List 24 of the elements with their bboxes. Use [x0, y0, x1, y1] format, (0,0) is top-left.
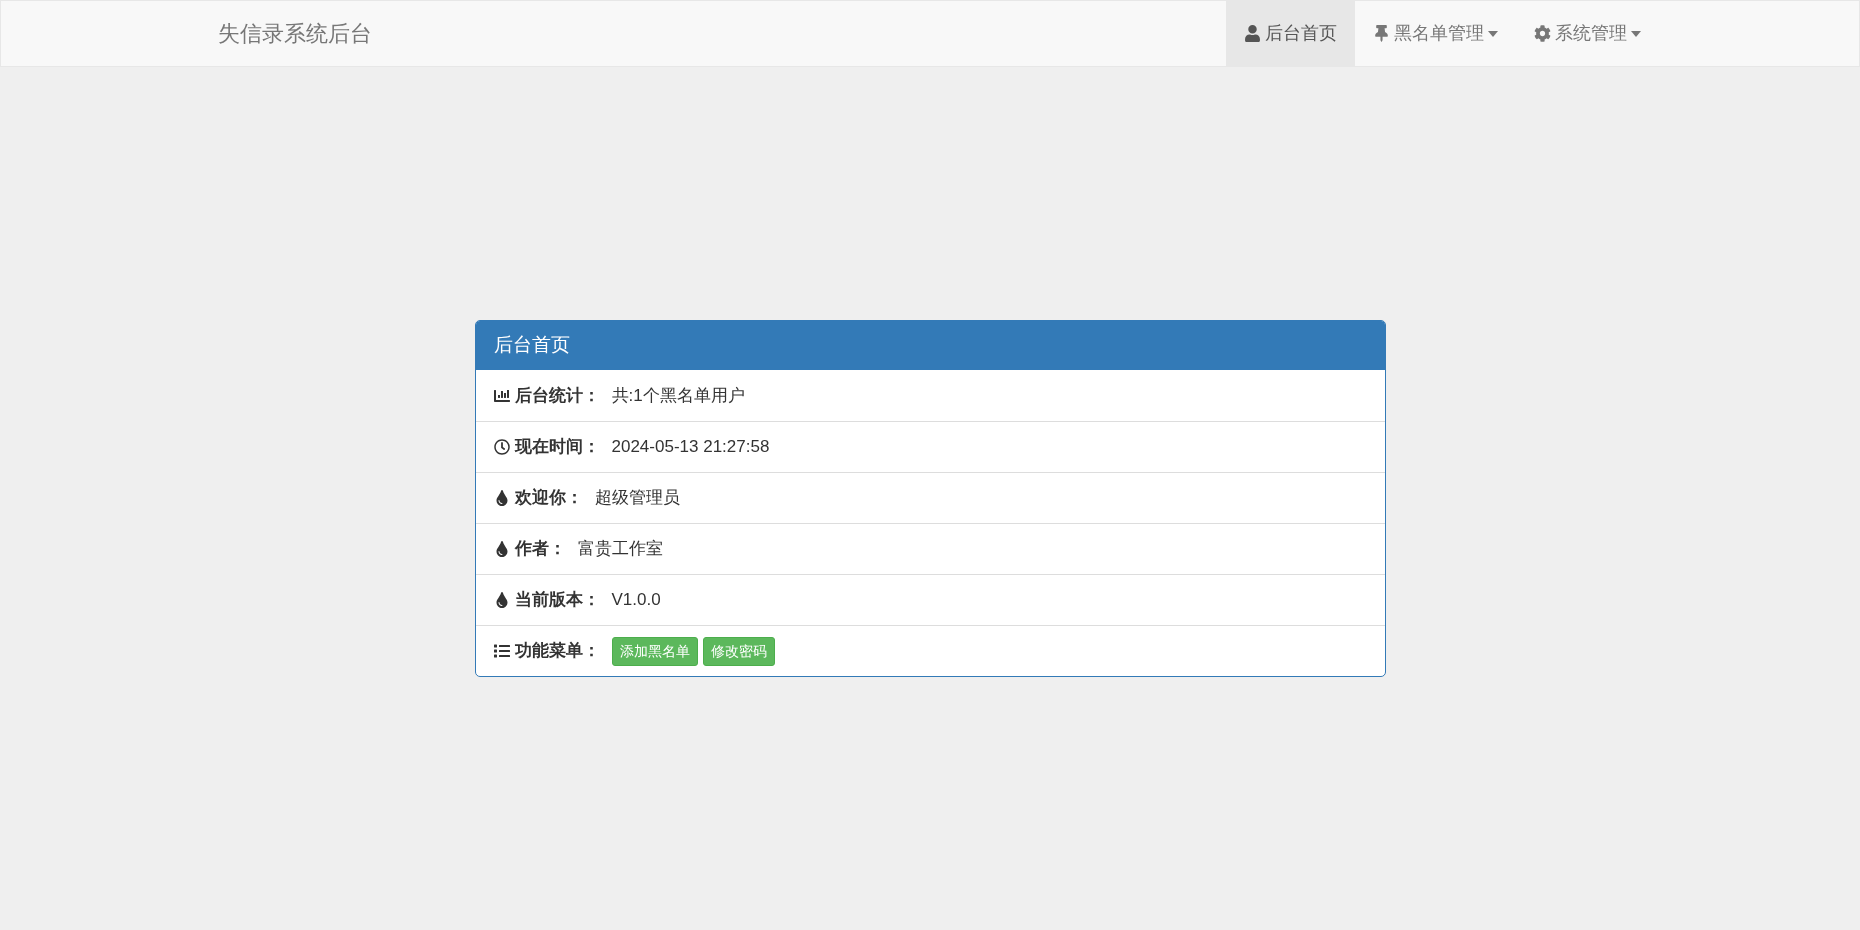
field-label: 欢迎你： [514, 487, 583, 510]
nav-tab[interactable]: 黑名单管理 [1355, 1, 1516, 66]
field-value: 2024-05-13 21:27:58 [611, 436, 770, 459]
settings-icon [1534, 25, 1551, 42]
action-button[interactable]: 修改密码 [702, 636, 775, 666]
panel-title: 后台首页 [493, 333, 570, 358]
brand-title[interactable]: 失信录系统后台 [218, 17, 372, 50]
bar-chart-icon [493, 387, 510, 404]
clock-icon [493, 439, 510, 455]
list-icon [493, 643, 510, 659]
field-label: 现在时间： [514, 436, 600, 459]
person-icon [1244, 25, 1261, 42]
action-button[interactable]: 添加黑名单 [611, 636, 698, 666]
field-value: 超级管理员 [594, 487, 680, 510]
nav-tab[interactable]: 系统管理 [1516, 1, 1659, 66]
field-label: 当前版本： [514, 589, 600, 612]
field-value: 共:1个黑名单用户 [611, 384, 745, 407]
nav-tab[interactable]: 后台首页 [1226, 1, 1355, 66]
pushpin-icon [1373, 25, 1390, 42]
field-value: V1.0.0 [611, 589, 661, 612]
field-label: 后台统计： [514, 384, 600, 407]
field-value: 富贵工作室 [577, 538, 663, 561]
field-label: 功能菜单： [514, 640, 600, 663]
field-label: 作者： [514, 538, 566, 561]
